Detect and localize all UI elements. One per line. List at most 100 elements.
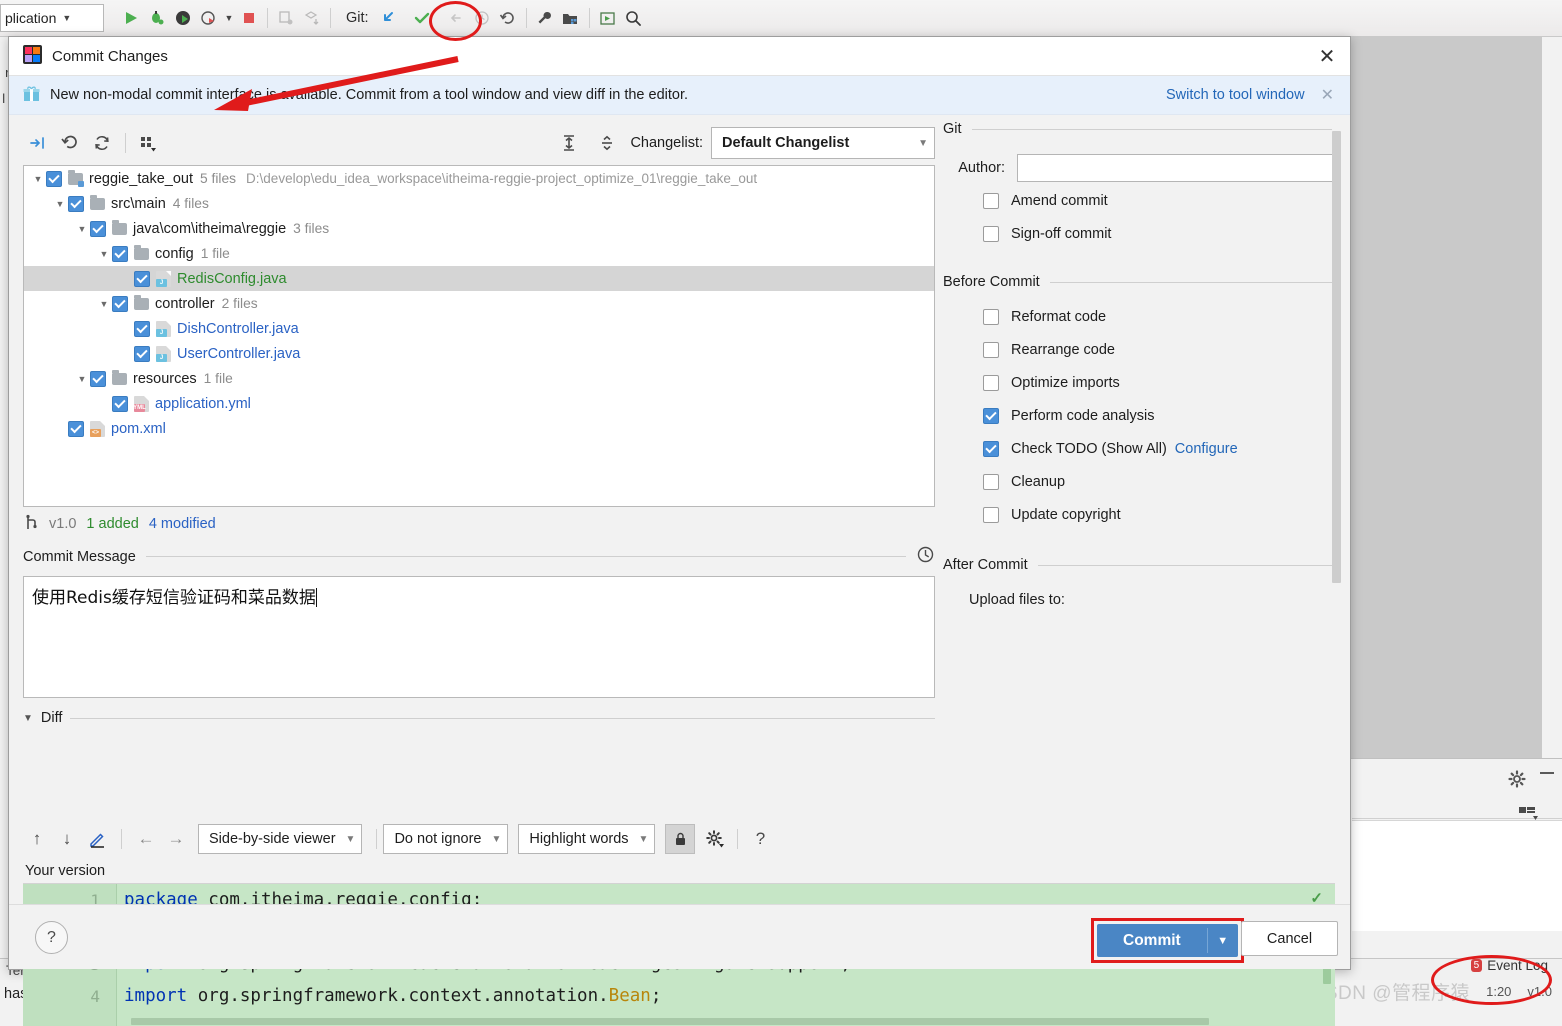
- tree-row[interactable]: <>pom.xml: [24, 416, 934, 441]
- code-horizontal-scrollbar[interactable]: [131, 1018, 1209, 1025]
- question-icon[interactable]: ?: [746, 825, 774, 853]
- tree-row[interactable]: ▼resources1 file: [24, 366, 934, 391]
- chevron-down-icon[interactable]: ▼: [52, 199, 68, 209]
- chevron-down-icon[interactable]: ▼: [74, 374, 90, 384]
- tree-row-checkbox[interactable]: [112, 296, 128, 312]
- tree-row-checkbox[interactable]: [112, 396, 128, 412]
- chevron-down-icon[interactable]: ▼: [222, 5, 236, 31]
- tree-row[interactable]: JDishController.java: [24, 316, 934, 341]
- highlight-mode-select[interactable]: Highlight words ▼: [518, 824, 655, 854]
- tree-row[interactable]: YMLapplication.yml: [24, 391, 934, 416]
- arrow-down-icon[interactable]: ↓: [53, 825, 81, 853]
- revert-icon[interactable]: [55, 128, 85, 158]
- cancel-button[interactable]: Cancel: [1241, 921, 1338, 956]
- minimize-icon[interactable]: [1540, 772, 1554, 774]
- optimize-imports-checkbox[interactable]: [983, 375, 999, 391]
- git-rollback-icon[interactable]: [495, 5, 521, 31]
- changelist-controls: Changelist: Default Changelist ▼: [554, 127, 935, 159]
- tree-row-checkbox[interactable]: [90, 221, 106, 237]
- changelist-select[interactable]: Default Changelist ▼: [711, 127, 935, 159]
- tree-row[interactable]: ▼java\com\itheima\reggie3 files: [24, 216, 934, 241]
- tree-row-checkbox[interactable]: [68, 421, 84, 437]
- tree-row-checkbox[interactable]: [46, 171, 62, 187]
- author-input[interactable]: [1017, 154, 1335, 182]
- optimize-imports-row[interactable]: Optimize imports: [943, 366, 1335, 399]
- chevron-down-icon[interactable]: ▼: [30, 174, 46, 184]
- tree-row-checkbox[interactable]: [68, 196, 84, 212]
- switch-to-tool-window-link[interactable]: Switch to tool window: [1166, 87, 1305, 103]
- chevron-down-icon[interactable]: ▼: [74, 224, 90, 234]
- run-icon[interactable]: [118, 5, 144, 31]
- stop-icon[interactable]: [236, 5, 262, 31]
- tree-row[interactable]: JRedisConfig.java: [24, 266, 934, 291]
- tree-row-name: UserController.java: [177, 346, 300, 362]
- diff-section-header[interactable]: ▼ Diff: [23, 710, 935, 726]
- commit-message-input[interactable]: 使用Redis缓存短信验证码和菜品数据: [23, 576, 935, 698]
- divider: [972, 129, 1335, 130]
- run-anything-icon[interactable]: [595, 5, 621, 31]
- search-everywhere-icon[interactable]: [621, 5, 647, 31]
- amend-commit-checkbox[interactable]: [983, 193, 999, 209]
- perform-code-analysis-row[interactable]: Perform code analysis: [943, 399, 1335, 432]
- reformat-code-row[interactable]: Reformat code: [943, 300, 1335, 333]
- project-structure-icon[interactable]: [558, 5, 584, 31]
- expand-all-icon[interactable]: [554, 128, 584, 158]
- tree-row[interactable]: ▼src\main4 files: [24, 191, 934, 216]
- profile-icon[interactable]: [196, 5, 222, 31]
- perform-code-analysis-checkbox[interactable]: [983, 408, 999, 424]
- collapse-selection-icon[interactable]: [23, 128, 53, 158]
- git-update-icon[interactable]: [375, 5, 401, 31]
- refresh-icon[interactable]: [87, 128, 117, 158]
- update-copyright-checkbox[interactable]: [983, 507, 999, 523]
- chevron-down-icon[interactable]: ▼: [96, 249, 112, 259]
- chevron-down-icon[interactable]: ▼: [1208, 935, 1238, 947]
- gear-icon[interactable]: [701, 825, 729, 853]
- gear-icon[interactable]: [1508, 770, 1526, 792]
- tree-row[interactable]: ▼controller2 files: [24, 291, 934, 316]
- layout-icon[interactable]: [1518, 805, 1538, 827]
- text-caret: [316, 588, 317, 607]
- reformat-code-checkbox[interactable]: [983, 309, 999, 325]
- check-todo-checkbox[interactable]: [983, 441, 999, 457]
- rearrange-code-checkbox[interactable]: [983, 342, 999, 358]
- cleanup-row[interactable]: Cleanup: [943, 465, 1335, 498]
- configure-todo-link[interactable]: Configure: [1175, 441, 1238, 457]
- changes-tree[interactable]: ▼reggie_take_out5 filesD:\develop\edu_id…: [23, 165, 935, 507]
- run-configuration-label: plication: [5, 10, 56, 26]
- check-todo-row[interactable]: Check TODO (Show All) Configure: [943, 432, 1335, 465]
- group-by-icon[interactable]: [134, 128, 164, 158]
- tree-row-checkbox[interactable]: [90, 371, 106, 387]
- help-button[interactable]: ?: [35, 921, 68, 954]
- arrow-up-icon[interactable]: ↑: [23, 825, 51, 853]
- tree-row-checkbox[interactable]: [134, 346, 150, 362]
- tree-row[interactable]: ▼reggie_take_out5 filesD:\develop\edu_id…: [24, 166, 934, 191]
- rearrange-code-row[interactable]: Rearrange code: [943, 333, 1335, 366]
- tree-row-checkbox[interactable]: [134, 271, 150, 287]
- options-scrollbar-thumb[interactable]: [1332, 131, 1341, 583]
- whitespace-mode-select[interactable]: Do not ignore ▼: [383, 824, 508, 854]
- signoff-commit-checkbox[interactable]: [983, 226, 999, 242]
- commit-button[interactable]: Commit ▼: [1097, 924, 1238, 957]
- tree-row-checkbox[interactable]: [134, 321, 150, 337]
- signoff-commit-row[interactable]: Sign-off commit: [943, 217, 1335, 250]
- run-configuration-selector[interactable]: plication ▼: [0, 4, 104, 32]
- viewer-mode-select[interactable]: Side-by-side viewer ▼: [198, 824, 362, 854]
- tree-row-checkbox[interactable]: [112, 246, 128, 262]
- debug-icon[interactable]: [144, 5, 170, 31]
- tree-row[interactable]: ▼config1 file: [24, 241, 934, 266]
- settings-wrench-icon[interactable]: [532, 5, 558, 31]
- close-icon[interactable]: ✕: [1315, 85, 1340, 105]
- close-icon[interactable]: ✕: [1312, 41, 1342, 71]
- collapse-all-icon[interactable]: [592, 128, 622, 158]
- chevron-down-icon[interactable]: ▼: [96, 299, 112, 309]
- update-copyright-row[interactable]: Update copyright: [943, 498, 1335, 531]
- history-clock-icon[interactable]: [916, 545, 935, 568]
- tree-row[interactable]: JUserController.java: [24, 341, 934, 366]
- amend-commit-row[interactable]: Amend commit: [943, 184, 1335, 217]
- pencil-icon[interactable]: [83, 825, 111, 853]
- cleanup-checkbox[interactable]: [983, 474, 999, 490]
- arrow-left-icon[interactable]: ←: [132, 825, 160, 853]
- lock-icon[interactable]: [665, 824, 695, 854]
- run-with-coverage-icon[interactable]: [170, 5, 196, 31]
- arrow-right-icon[interactable]: →: [162, 825, 190, 853]
